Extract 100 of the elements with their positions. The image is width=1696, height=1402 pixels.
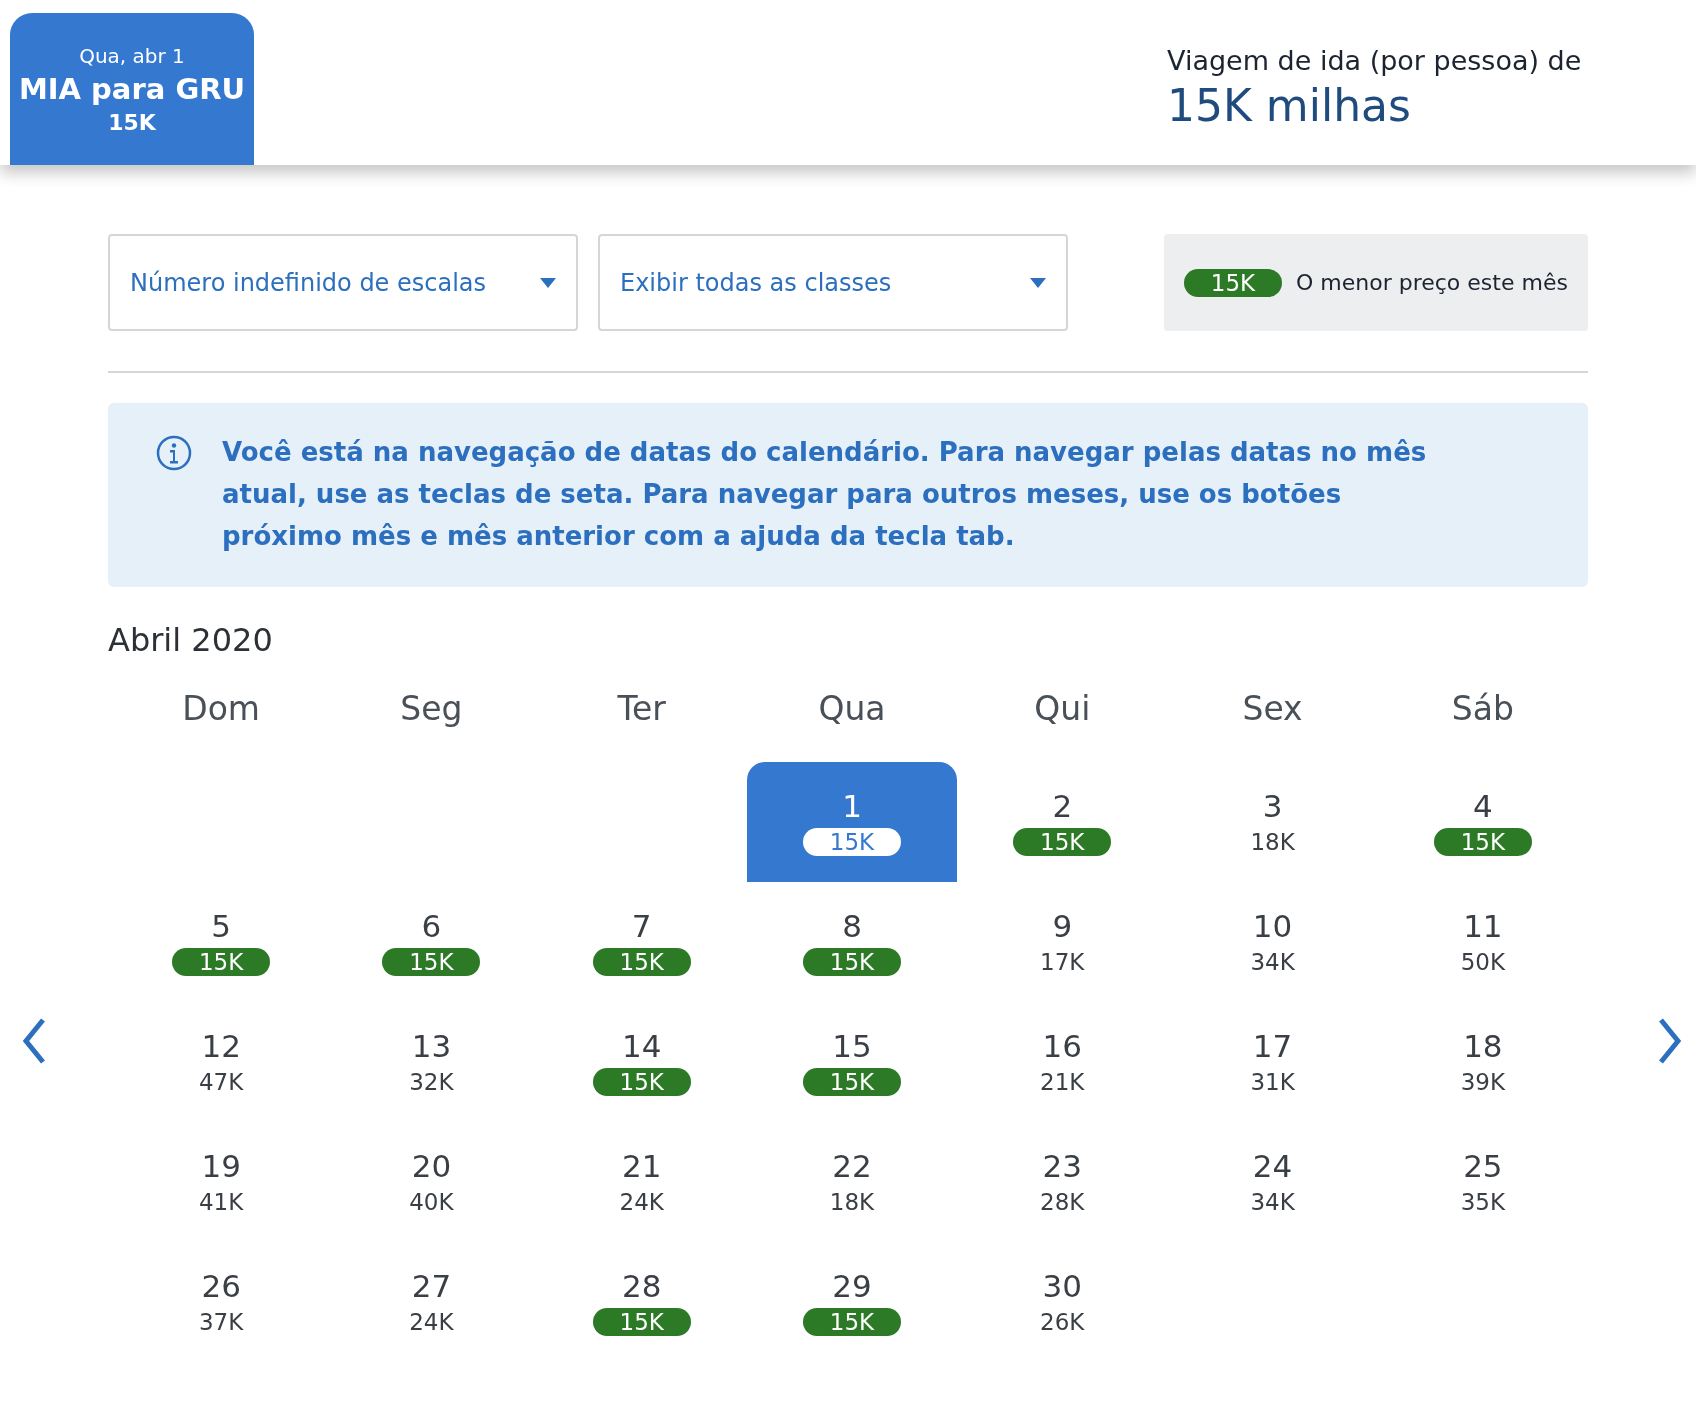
calendar-day[interactable]: 19 41K (116, 1122, 327, 1242)
calendar-day[interactable]: 28 15K (536, 1242, 747, 1362)
caret-icon (1030, 277, 1046, 288)
fare-label: Viagem de ida (por pessoa) de (1167, 44, 1583, 76)
day-number: 16 (1042, 1028, 1082, 1064)
day-price: 35K (1459, 1188, 1506, 1216)
calendar-day[interactable]: 24 34K (1167, 1122, 1378, 1242)
calendar-day[interactable]: 23 28K (957, 1122, 1168, 1242)
calendar-day[interactable]: 12 47K (116, 1002, 327, 1122)
day-price: 21K (1039, 1068, 1086, 1096)
day-number: 27 (411, 1268, 452, 1304)
day-number: 19 (201, 1148, 241, 1184)
day-number: 24 (1252, 1148, 1293, 1184)
calendar-day[interactable]: 6 15K (326, 882, 537, 1002)
weekday-label: Qua (817, 689, 887, 728)
day-number: 6 (421, 908, 442, 944)
day-price: 15K (803, 1068, 901, 1096)
calendar-day[interactable]: 22 18K (746, 1122, 958, 1242)
day-price: 15K (1013, 828, 1112, 856)
calendar-day[interactable]: 18 39K (1377, 1002, 1588, 1122)
calendar-day[interactable]: 15 15K (746, 1002, 958, 1122)
day-number: 1 (842, 788, 862, 824)
filter-dropdown[interactable]: Exibir todas as classes (598, 234, 1068, 331)
calendar-day[interactable]: 8 15K (746, 882, 958, 1002)
day-number: 30 (1042, 1268, 1082, 1304)
calendar-day[interactable]: 17 31K (1167, 1002, 1378, 1122)
caret-icon (540, 277, 556, 288)
day-price: 15K (382, 948, 481, 976)
calendar-day[interactable]: 27 24K (326, 1242, 537, 1362)
day-price: 34K (1249, 1188, 1296, 1216)
day-price: 37K (197, 1308, 245, 1336)
weekday-label: Dom (181, 689, 261, 728)
filter-dropdown[interactable]: Número indefinido de escalas (108, 234, 578, 331)
day-price: 32K (408, 1068, 455, 1096)
day-number: 5 (211, 908, 231, 944)
next-month-icon[interactable] (1658, 1016, 1682, 1065)
day-number: 4 (1473, 788, 1493, 824)
calendar-day[interactable]: 4 15K (1377, 762, 1588, 882)
calendar-day[interactable]: 30 26K (957, 1242, 1168, 1362)
day-number: 23 (1042, 1148, 1082, 1184)
day-number: 10 (1252, 908, 1293, 944)
day-number: 14 (621, 1028, 662, 1064)
weekday-label: Seg (399, 689, 464, 728)
day-number: 2 (1052, 788, 1073, 824)
day-price: 50K (1459, 948, 1506, 976)
day-number: 3 (1262, 788, 1283, 824)
calendar-day[interactable]: 20 40K (326, 1122, 537, 1242)
day-price: 24K (408, 1308, 455, 1336)
calendar-day[interactable]: 3 18K (1167, 762, 1378, 882)
day-price: 15K (803, 1308, 901, 1336)
price-badge: 15K (1184, 268, 1282, 297)
day-price: 15K (1433, 828, 1532, 856)
day-price: 15K (592, 948, 691, 976)
info-message: Você está na navegação de datas do calendário. Para navegar pelas datas no mês atual, use as teclas de seta. Para navegar para outros meses, use os botões próximo mês e mês anterior com a ajuda da tecla tab. (222, 436, 1428, 553)
calendar-day[interactable]: 21 24K (536, 1122, 747, 1242)
day-number: 17 (1252, 1028, 1293, 1064)
calendar-day[interactable]: 13 32K (326, 1002, 537, 1122)
weekday-label: Sex (1241, 689, 1304, 728)
day-price: 18K (828, 1188, 876, 1216)
day-number: 22 (832, 1148, 872, 1184)
calendar-day[interactable]: 7 15K (536, 882, 747, 1002)
flight-price: 15K (108, 109, 156, 135)
day-price: 34K (1249, 948, 1296, 976)
day-number: 11 (1463, 908, 1503, 944)
day-price: 15K (592, 1068, 691, 1096)
day-number: 13 (411, 1028, 452, 1064)
calendar-day[interactable]: 14 15K (536, 1002, 747, 1122)
day-price: 24K (618, 1188, 665, 1216)
flight-tab[interactable]: Qua, abr 1 MIA para GRU 15K (10, 13, 254, 165)
day-price: 26K (1039, 1308, 1086, 1336)
day-number: 15 (832, 1028, 872, 1064)
calendar-day[interactable]: 29 15K (746, 1242, 958, 1362)
calendar-day[interactable]: 16 21K (957, 1002, 1168, 1122)
info-icon (156, 435, 192, 471)
flight-route: MIA para GRU (18, 71, 246, 106)
day-number: 8 (842, 908, 862, 944)
day-price: 18K (1249, 828, 1296, 856)
calendar-day[interactable]: 1 15K (746, 762, 958, 882)
flight-date: Qua, abr 1 (79, 43, 185, 68)
day-price: 47K (197, 1068, 245, 1096)
day-price: 15K (803, 828, 901, 856)
day-number: 29 (832, 1268, 872, 1304)
calendar-day[interactable]: 5 15K (116, 882, 327, 1002)
legend-text: O menor preço este mês (1296, 270, 1568, 295)
day-price: 15K (803, 948, 901, 976)
day-number: 26 (201, 1268, 241, 1304)
fare-price: 15K milhas (1167, 79, 1412, 131)
calendar-day[interactable]: 25 35K (1377, 1122, 1588, 1242)
month-title: Abril 2020 (108, 621, 274, 659)
calendar-day[interactable]: 2 15K (957, 762, 1168, 882)
day-price: 17K (1039, 948, 1086, 976)
day-price: 15K (592, 1308, 691, 1336)
day-price: 41K (197, 1188, 245, 1216)
calendar-day[interactable]: 11 50K (1377, 882, 1588, 1002)
weekday-label: Qui (1033, 689, 1092, 728)
day-number: 9 (1052, 908, 1073, 944)
calendar-day[interactable]: 10 34K (1167, 882, 1378, 1002)
calendar-day[interactable]: 26 37K (116, 1242, 327, 1362)
previous-month-icon[interactable] (22, 1016, 46, 1065)
calendar-day[interactable]: 9 17K (957, 882, 1168, 1002)
